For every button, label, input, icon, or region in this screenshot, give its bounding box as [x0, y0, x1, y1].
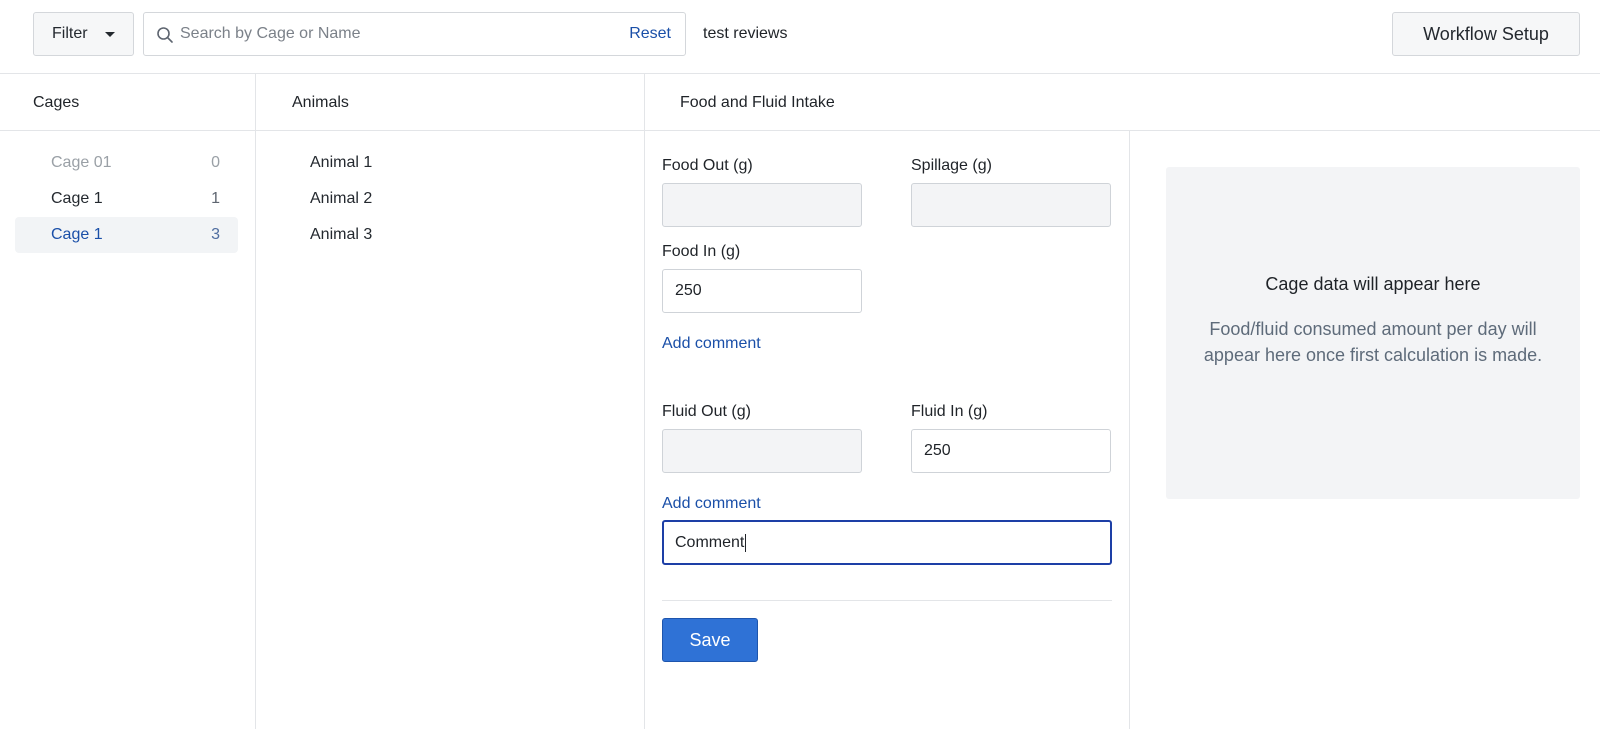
- column-divider: [1129, 131, 1130, 729]
- cage-item-selected[interactable]: Cage 1 3: [15, 217, 238, 253]
- intake-column-title: Food and Fluid Intake: [680, 94, 835, 111]
- text-cursor: [745, 533, 747, 552]
- search-icon: [157, 27, 173, 43]
- spillage-label: Spillage (g): [911, 157, 992, 174]
- cage-name: Cage 01: [51, 154, 112, 171]
- comment-text: Comment: [675, 533, 745, 551]
- search-input[interactable]: [180, 19, 600, 49]
- filter-button[interactable]: Filter: [33, 12, 134, 56]
- food-out-label: Food Out (g): [662, 157, 753, 174]
- food-in-label: Food In (g): [662, 243, 741, 260]
- top-toolbar: Filter Reset test reviews Workflow Setup: [0, 0, 1600, 74]
- animal-item[interactable]: Animal 1: [292, 145, 592, 181]
- cage-name: Cage 1: [51, 226, 103, 243]
- workflow-setup-button[interactable]: Workflow Setup: [1392, 12, 1580, 56]
- workflow-name: test reviews: [703, 25, 788, 42]
- food-in-field[interactable]: 250: [662, 269, 862, 313]
- placeholder-description: Food/fluid consumed amount per day will …: [1203, 319, 1543, 365]
- fluid-in-label: Fluid In (g): [911, 403, 988, 420]
- cage-animal-count: 1: [211, 190, 220, 207]
- save-button-label: Save: [689, 629, 731, 650]
- reset-link[interactable]: Reset: [629, 25, 671, 43]
- workflow-setup-label: Workflow Setup: [1423, 23, 1549, 44]
- food-out-field[interactable]: [662, 183, 862, 227]
- save-button[interactable]: Save: [662, 618, 758, 662]
- fluid-in-field[interactable]: 250: [911, 429, 1111, 473]
- spillage-field[interactable]: [911, 183, 1111, 227]
- form-divider: [662, 600, 1112, 601]
- comment-input[interactable]: Comment: [662, 520, 1112, 565]
- column-divider: [644, 74, 645, 729]
- cages-column-title: Cages: [33, 94, 80, 111]
- search-box: Reset: [143, 12, 686, 56]
- food-add-comment-link[interactable]: Add comment: [662, 335, 761, 353]
- caret-down-icon: [105, 32, 115, 37]
- cage-data-placeholder: Cage data will appear here Food/fluid co…: [1166, 167, 1580, 499]
- cage-animal-count: 0: [211, 154, 220, 171]
- cage-name: Cage 1: [51, 190, 103, 207]
- fluid-out-label: Fluid Out (g): [662, 403, 751, 420]
- fluid-out-field[interactable]: [662, 429, 862, 473]
- filter-button-label: Filter: [52, 25, 88, 42]
- animal-list: Animal 1 Animal 2 Animal 3: [292, 145, 592, 253]
- fluid-add-comment-link[interactable]: Add comment: [662, 495, 761, 513]
- placeholder-title: Cage data will appear here: [1265, 274, 1481, 294]
- cage-list: Cage 01 0 Cage 1 1 Cage 1 3: [15, 145, 238, 253]
- animals-column-title: Animals: [292, 94, 349, 111]
- cage-item[interactable]: Cage 1 1: [15, 181, 238, 217]
- cage-item[interactable]: Cage 01 0: [15, 145, 238, 181]
- cage-animal-count: 3: [211, 226, 220, 243]
- animal-item[interactable]: Animal 3: [292, 217, 592, 253]
- column-divider: [255, 74, 256, 729]
- animal-item[interactable]: Animal 2: [292, 181, 592, 217]
- column-headers: Cages Animals Food and Fluid Intake: [0, 74, 1600, 131]
